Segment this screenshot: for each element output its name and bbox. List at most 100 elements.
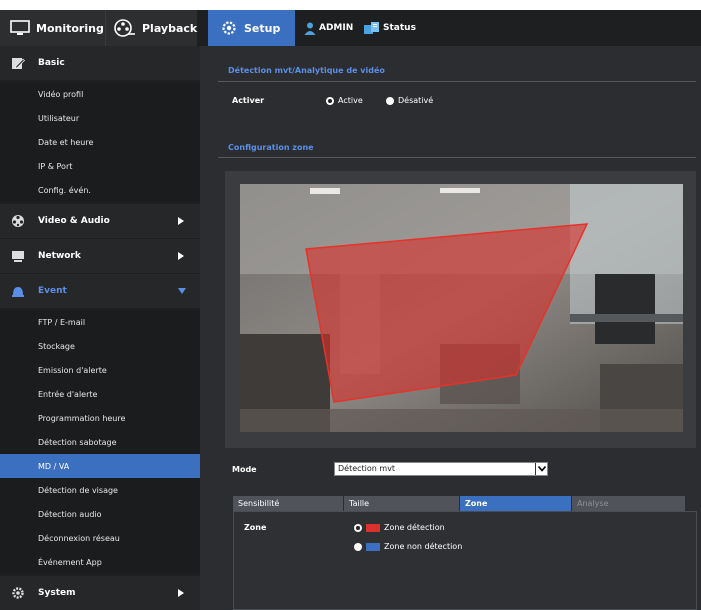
status-button[interactable]: Status bbox=[360, 10, 440, 46]
gear-icon bbox=[220, 19, 238, 37]
gear-icon bbox=[11, 586, 25, 600]
tab-label: Taille bbox=[349, 499, 370, 508]
tab-monitoring[interactable]: Monitoring bbox=[0, 10, 105, 46]
film-reel-icon bbox=[11, 214, 25, 228]
sidebar-item-entree-alerte[interactable]: Entrée d'alerte bbox=[0, 382, 200, 406]
zone-panel: Zone Zone détection Zone non détection bbox=[233, 511, 697, 610]
zone-label: Zone bbox=[244, 523, 267, 532]
sidebar-item-label: IP & Port bbox=[38, 161, 73, 171]
zone-radio-non-detection[interactable]: Zone non détection bbox=[354, 542, 462, 551]
sidebar-item-config-even[interactable]: Config. évén. bbox=[0, 178, 200, 202]
tab-setup-label: Setup bbox=[244, 21, 281, 35]
radio-label: Désativé bbox=[398, 96, 434, 105]
sidebar-item-label: Détection audio bbox=[38, 509, 102, 519]
sidebar-item-evenement-app[interactable]: Événement App bbox=[0, 550, 200, 574]
sidebar-category-event-label: Event bbox=[38, 286, 67, 296]
sidebar-item-label: Config. évén. bbox=[38, 185, 91, 195]
section-divider bbox=[218, 81, 696, 82]
tab-playback[interactable]: Playback bbox=[105, 10, 197, 46]
main-content: Détection mvt/Analytique de vidéo Active… bbox=[200, 46, 701, 610]
radio-button[interactable] bbox=[386, 96, 394, 105]
computer-icon bbox=[11, 249, 25, 263]
sidebar-item-video-profil[interactable]: Vidéo profil bbox=[0, 82, 200, 106]
sidebar-item-label: Utilisateur bbox=[38, 113, 80, 123]
status-icon bbox=[364, 21, 380, 35]
sidebar-category-event[interactable]: Event bbox=[0, 274, 200, 308]
activer-radio-active[interactable]: Active bbox=[326, 96, 363, 105]
sidebar-item-label: Entrée d'alerte bbox=[38, 389, 98, 399]
non-detection-color-swatch bbox=[366, 542, 380, 551]
admin-label: ADMIN bbox=[319, 23, 354, 33]
section-divider bbox=[218, 157, 696, 158]
caret-right-icon bbox=[178, 252, 184, 263]
chevron-down-icon bbox=[535, 463, 547, 475]
tab-playback-label: Playback bbox=[142, 21, 198, 35]
caret-right-icon bbox=[178, 217, 184, 228]
activer-radio-desactive[interactable]: Désativé bbox=[386, 96, 433, 105]
sidebar-category-basic[interactable]: Basic bbox=[0, 46, 200, 80]
activer-label: Activer bbox=[232, 96, 265, 105]
zone-radio-detection[interactable]: Zone détection bbox=[354, 523, 445, 532]
sidebar-item-detection-audio[interactable]: Détection audio bbox=[0, 502, 200, 526]
tab-zone[interactable]: Zone bbox=[460, 496, 572, 511]
radio-label: Zone non détection bbox=[384, 542, 463, 551]
sidebar-item-programmation-heure[interactable]: Programmation heure bbox=[0, 406, 200, 430]
sidebar-item-ftp-email[interactable]: FTP / E-mail bbox=[0, 310, 200, 334]
sidebar: Basic Vidéo profil Utilisateur Date et h… bbox=[0, 46, 200, 610]
tab-label: Analyse bbox=[577, 499, 609, 508]
config-tabs: Sensibilité Taille Zone Analyse bbox=[233, 496, 686, 511]
alarm-bell-icon bbox=[11, 284, 25, 298]
sidebar-item-label: Détection sabotage bbox=[38, 437, 117, 447]
caret-down-icon bbox=[178, 287, 186, 297]
radio-button-selected[interactable] bbox=[354, 523, 362, 532]
sidebar-item-label: Vidéo profil bbox=[38, 89, 84, 99]
sidebar-category-video-audio-label: Video & Audio bbox=[38, 216, 110, 226]
tab-sensibilite[interactable]: Sensibilité bbox=[233, 496, 344, 511]
film-reel-icon bbox=[114, 19, 136, 37]
monitor-icon bbox=[10, 20, 30, 36]
sidebar-item-emission-alerte[interactable]: Emission d'alerte bbox=[0, 358, 200, 382]
sidebar-item-label: Programmation heure bbox=[38, 413, 126, 423]
sidebar-category-network[interactable]: Network bbox=[0, 239, 200, 273]
radio-label: Zone détection bbox=[384, 523, 445, 532]
tab-label: Sensibilité bbox=[238, 499, 280, 508]
sidebar-item-deconnexion-reseau[interactable]: Déconnexion réseau bbox=[0, 526, 200, 550]
sidebar-item-label: Déconnexion réseau bbox=[38, 533, 120, 543]
admin-user-menu[interactable]: ADMIN bbox=[302, 10, 357, 46]
sidebar-item-label: Emission d'alerte bbox=[38, 365, 107, 375]
sidebar-category-video-audio[interactable]: Video & Audio bbox=[0, 204, 200, 238]
caret-right-icon bbox=[178, 589, 184, 600]
sidebar-category-network-label: Network bbox=[38, 251, 81, 261]
status-label: Status bbox=[383, 23, 416, 33]
sidebar-category-system[interactable]: System bbox=[0, 576, 200, 610]
tab-setup[interactable]: Setup bbox=[208, 10, 295, 46]
sidebar-item-label: Date et heure bbox=[38, 137, 94, 147]
tab-monitoring-label: Monitoring bbox=[36, 21, 104, 35]
sidebar-item-detection-visage[interactable]: Détection de visage bbox=[0, 478, 200, 502]
tab-analyse: Analyse bbox=[572, 496, 686, 511]
user-icon bbox=[304, 22, 316, 35]
sidebar-item-stockage[interactable]: Stockage bbox=[0, 334, 200, 358]
sidebar-category-system-label: System bbox=[38, 588, 76, 598]
sidebar-item-label: Événement App bbox=[38, 557, 102, 567]
sidebar-item-label: FTP / E-mail bbox=[38, 317, 86, 327]
mode-label: Mode bbox=[232, 465, 257, 474]
top-navigation-bar: Monitoring Playback Setup ADMIN Status bbox=[0, 0, 701, 46]
document-edit-icon bbox=[11, 56, 25, 70]
sidebar-item-detection-sabotage[interactable]: Détection sabotage bbox=[0, 430, 200, 454]
tab-label: Zone bbox=[465, 499, 488, 508]
sidebar-category-basic-label: Basic bbox=[38, 58, 65, 68]
sidebar-item-label: Stockage bbox=[38, 341, 75, 351]
section-title-detection: Détection mvt/Analytique de vidéo bbox=[228, 66, 385, 75]
sidebar-item-md-va[interactable]: MD / VA bbox=[0, 454, 200, 478]
camera-preview[interactable] bbox=[240, 184, 683, 432]
section-title-configuration-zone: Configuration zone bbox=[228, 143, 314, 152]
radio-button[interactable] bbox=[354, 542, 362, 551]
sidebar-item-label: Détection de visage bbox=[38, 485, 118, 495]
radio-button-selected[interactable] bbox=[326, 96, 334, 105]
sidebar-item-ip-port[interactable]: IP & Port bbox=[0, 154, 200, 178]
sidebar-item-utilisateur[interactable]: Utilisateur bbox=[0, 106, 200, 130]
sidebar-item-date-et-heure[interactable]: Date et heure bbox=[0, 130, 200, 154]
mode-select[interactable]: Détection mvt bbox=[334, 462, 548, 476]
tab-taille[interactable]: Taille bbox=[344, 496, 460, 511]
